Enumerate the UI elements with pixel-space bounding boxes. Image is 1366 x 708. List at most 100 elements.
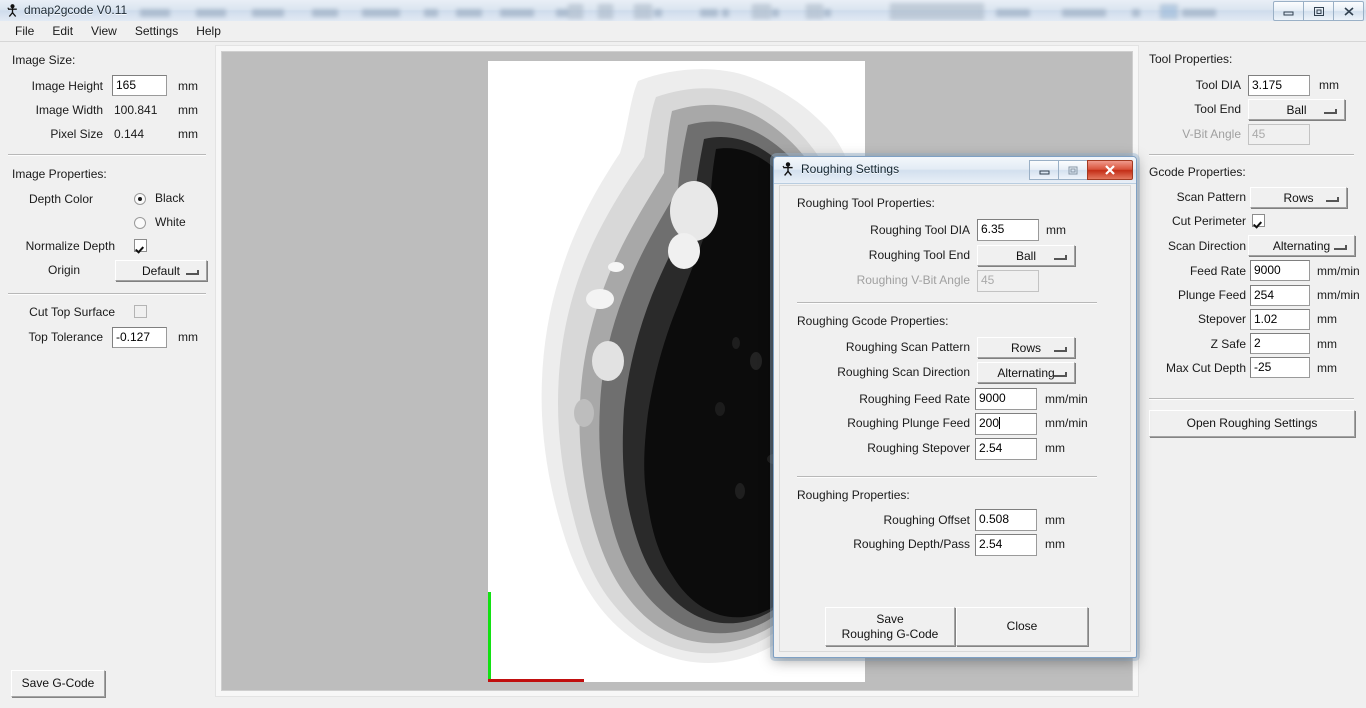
top-tolerance-units: mm — [178, 330, 198, 344]
image-height-label: Image Height — [31, 79, 103, 93]
roughing-settings-dialog: Roughing Settings Roughing Tool Properti… — [773, 156, 1137, 658]
chevron-down-icon — [1054, 371, 1067, 377]
max-cut-depth-units: mm — [1317, 361, 1337, 375]
depth-color-label: Depth Color — [28, 192, 93, 206]
max-cut-depth-input[interactable]: -25 — [1250, 357, 1310, 378]
stepover-units: mm — [1317, 312, 1337, 326]
v-bit-angle-label: V-Bit Angle — [1182, 127, 1241, 141]
normalize-depth-checkbox[interactable] — [134, 239, 147, 252]
menu-view[interactable]: View — [82, 22, 126, 40]
divider-image-size — [8, 154, 206, 156]
image-height-input[interactable]: 165 — [112, 75, 167, 96]
menu-file[interactable]: File — [6, 22, 43, 40]
roughing-stepover-label: Roughing Stepover — [867, 441, 970, 455]
z-safe-units: mm — [1317, 337, 1337, 351]
close-dialog-button[interactable]: Close — [956, 607, 1088, 646]
roughing-stepover-input[interactable]: 2.54 — [975, 438, 1037, 460]
roughing-scan-direction-label: Roughing Scan Direction — [837, 365, 970, 379]
plunge-feed-label: Plunge Feed — [1177, 288, 1246, 302]
scan-direction-label: Scan Direction — [1167, 239, 1246, 253]
plunge-feed-input[interactable]: 254 — [1250, 285, 1310, 306]
image-width-units: mm — [178, 103, 198, 117]
depth-color-white-label: White — [155, 215, 186, 229]
titlebar-ghost-artifact — [0, 0, 1366, 21]
depth-color-black-radio[interactable] — [134, 193, 146, 205]
depth-color-white-radio[interactable] — [134, 217, 146, 229]
roughing-plunge-feed-label: Roughing Plunge Feed — [847, 416, 970, 430]
dialog-minimize-button[interactable] — [1029, 160, 1059, 180]
roughing-gcode-properties-group-label: Roughing Gcode Properties: — [797, 314, 949, 328]
roughing-plunge-feed-input[interactable]: 200 — [975, 413, 1037, 435]
chevron-down-icon — [1054, 346, 1067, 352]
cut-perimeter-checkbox[interactable] — [1252, 214, 1265, 227]
scan-pattern-option-menu[interactable]: Rows — [1250, 187, 1347, 208]
tool-end-label: Tool End — [1194, 102, 1241, 116]
dialog-close-button[interactable] — [1087, 160, 1133, 180]
dialog-titlebar[interactable]: Roughing Settings — [774, 157, 1136, 184]
save-roughing-gcode-button[interactable]: Save Roughing G-Code — [825, 607, 955, 646]
tool-dia-label: Tool DIA — [1195, 78, 1241, 92]
pixel-size-units: mm — [178, 127, 198, 141]
divider-gcode-properties — [1149, 398, 1354, 400]
tk-figure-icon — [782, 162, 793, 176]
roughing-tool-end-value: Ball — [1015, 248, 1036, 263]
roughing-depth-per-pass-input[interactable]: 2.54 — [975, 534, 1037, 556]
image-properties-group-label: Image Properties: — [12, 167, 107, 181]
scan-pattern-value: Rows — [1283, 190, 1314, 205]
menubar: File Edit View Settings Help — [0, 21, 1366, 42]
roughing-tool-end-label: Roughing Tool End — [868, 248, 970, 262]
dialog-window-controls — [1029, 160, 1133, 180]
application-window: dmap2gcode V0.11 File Edit View Settings — [0, 0, 1366, 708]
roughing-offset-input[interactable]: 0.508 — [975, 509, 1037, 531]
roughing-plunge-feed-units: mm/min — [1045, 416, 1088, 430]
x-axis-indicator — [488, 679, 584, 682]
image-size-group-label: Image Size: — [12, 53, 76, 67]
z-safe-input[interactable]: 2 — [1250, 333, 1310, 354]
stepover-input[interactable]: 1.02 — [1250, 309, 1310, 330]
roughing-feed-rate-units: mm/min — [1045, 392, 1088, 406]
dialog-restore-button[interactable] — [1058, 160, 1088, 180]
window-controls — [1273, 1, 1364, 21]
cut-top-surface-checkbox[interactable] — [134, 305, 147, 318]
menu-help[interactable]: Help — [187, 22, 230, 40]
roughing-scan-pattern-option-menu[interactable]: Rows — [977, 337, 1075, 358]
normalize-depth-label: Normalize Depth — [25, 239, 115, 253]
divider-roughing-tool — [797, 302, 1097, 304]
roughing-tool-end-option-menu[interactable]: Ball — [977, 245, 1075, 266]
minimize-button[interactable] — [1273, 1, 1304, 21]
window-titlebar[interactable]: dmap2gcode V0.11 — [0, 0, 1366, 22]
roughing-tool-dia-units: mm — [1046, 223, 1066, 237]
roughing-feed-rate-input[interactable]: 9000 — [975, 388, 1037, 410]
feed-rate-label: Feed Rate — [1189, 264, 1246, 278]
stepover-label: Stepover — [1197, 312, 1246, 326]
roughing-stepover-units: mm — [1045, 441, 1065, 455]
scan-pattern-label: Scan Pattern — [1176, 190, 1246, 204]
roughing-tool-properties-group-label: Roughing Tool Properties: — [797, 196, 935, 210]
tool-dia-units: mm — [1319, 78, 1339, 92]
roughing-tool-dia-input[interactable]: 6.35 — [977, 219, 1039, 241]
open-roughing-settings-button[interactable]: Open Roughing Settings — [1149, 410, 1355, 437]
image-width-value: 100.841 — [114, 103, 158, 117]
origin-option-menu[interactable]: Default — [115, 260, 207, 281]
menu-edit[interactable]: Edit — [43, 22, 82, 40]
dialog-body: Roughing Tool Properties: Roughing Tool … — [779, 185, 1131, 652]
save-gcode-button[interactable]: Save G-Code — [11, 670, 105, 697]
max-cut-depth-label: Max Cut Depth — [1165, 361, 1246, 375]
top-tolerance-input[interactable]: -0.127 — [112, 327, 167, 348]
image-height-units: mm — [178, 79, 198, 93]
restore-button[interactable] — [1303, 1, 1334, 21]
feed-rate-input[interactable]: 9000 — [1250, 260, 1310, 281]
feed-rate-units: mm/min — [1317, 264, 1360, 278]
menu-settings[interactable]: Settings — [126, 22, 187, 40]
gcode-properties-group-label: Gcode Properties: — [1149, 165, 1246, 179]
tool-dia-input[interactable]: 3.175 — [1248, 75, 1310, 96]
roughing-depth-per-pass-units: mm — [1045, 537, 1065, 551]
cut-top-surface-label: Cut Top Surface — [29, 305, 115, 319]
close-button[interactable] — [1333, 1, 1364, 21]
depth-color-black-label: Black — [155, 191, 185, 205]
tool-end-option-menu[interactable]: Ball — [1248, 99, 1345, 120]
scan-direction-option-menu[interactable]: Alternating — [1248, 235, 1355, 256]
left-settings-panel: Image Size: Image Height 165 mm Image Wi… — [0, 43, 213, 708]
chevron-down-icon — [1334, 244, 1347, 250]
roughing-scan-direction-option-menu[interactable]: Alternating — [977, 362, 1075, 383]
